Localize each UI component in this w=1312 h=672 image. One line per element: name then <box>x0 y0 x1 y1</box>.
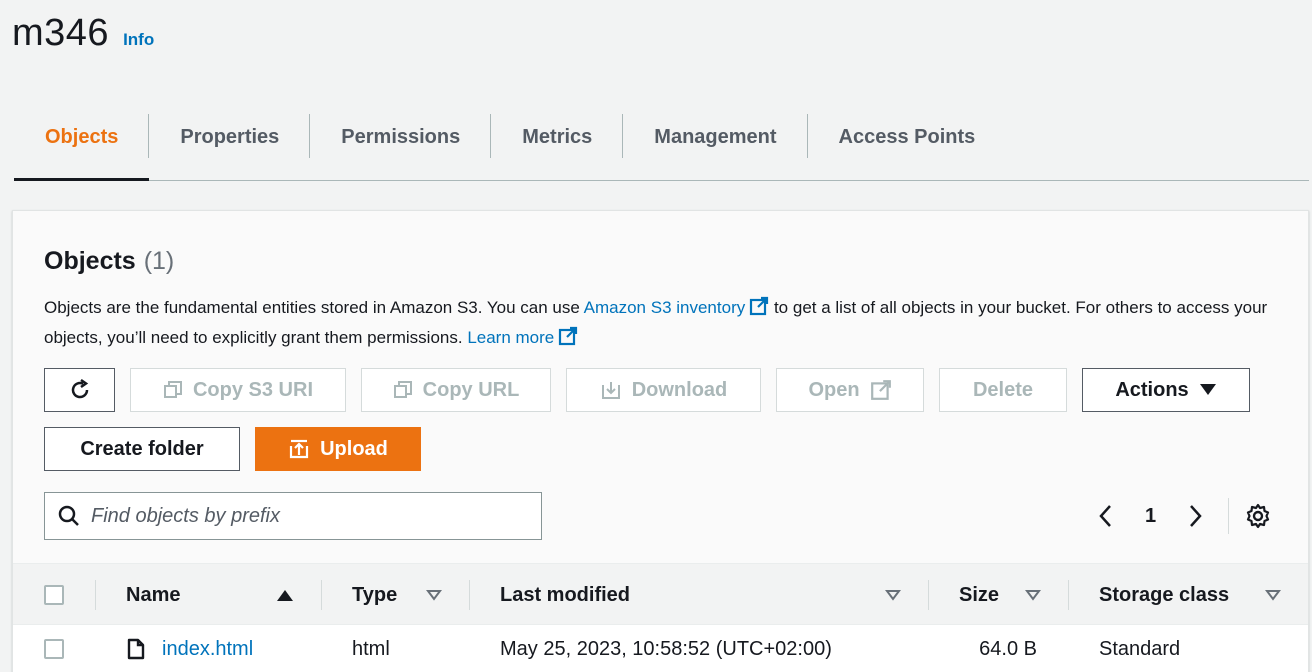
object-type: html <box>352 637 390 660</box>
open-label: Open <box>808 378 860 401</box>
actions-label: Actions <box>1115 378 1189 401</box>
download-icon <box>601 382 620 399</box>
column-divider <box>928 580 929 610</box>
column-header-size[interactable]: Size <box>959 564 999 626</box>
tab-management[interactable]: Management <box>623 112 808 180</box>
caret-down-icon <box>1199 384 1216 395</box>
objects-panel: Objects (1) Objects are the fundamental … <box>12 210 1309 672</box>
sort-down-icon[interactable] <box>1265 564 1281 626</box>
objects-table-header: Name Type Last modified Size Storage cla… <box>13 563 1308 625</box>
external-link-icon <box>559 326 578 346</box>
object-storage-class: Standard <box>1099 637 1181 660</box>
s3-inventory-link[interactable]: Amazon S3 inventory <box>584 296 770 317</box>
download-label: Download <box>631 378 728 401</box>
copy-icon <box>393 381 412 398</box>
objects-title: Objects <box>44 247 136 275</box>
create-folder-label: Create folder <box>80 437 204 460</box>
create-folder-button[interactable]: Create folder <box>44 427 240 471</box>
sort-down-icon[interactable] <box>426 564 442 626</box>
column-divider <box>469 580 470 610</box>
actions-dropdown[interactable]: Actions <box>1082 368 1250 412</box>
column-header-type[interactable]: Type <box>352 564 397 626</box>
select-all-checkbox[interactable] <box>44 585 64 605</box>
next-page-button[interactable] <box>1186 504 1206 528</box>
preferences-button[interactable] <box>1245 503 1271 529</box>
objects-description: Objects are the fundamental entities sto… <box>44 293 1284 353</box>
chevron-right-icon <box>1190 505 1202 527</box>
table-row: index.html html May 25, 2023, 10:58:52 (… <box>13 625 1308 672</box>
copy-s3-uri-button[interactable]: Copy S3 URI <box>130 368 346 412</box>
delete-label: Delete <box>972 378 1034 401</box>
description-text-1: Objects are the fundamental entities sto… <box>44 298 584 317</box>
copy-icon <box>163 381 182 398</box>
external-link-icon <box>870 380 891 400</box>
file-icon <box>127 638 145 660</box>
bucket-tabs: Objects Properties Permissions Metrics M… <box>14 112 1309 181</box>
info-link[interactable]: Info <box>123 30 154 50</box>
object-last-modified: May 25, 2023, 10:58:52 (UTC+02:00) <box>500 637 832 660</box>
upload-label: Upload <box>320 437 388 460</box>
pagination: 1 <box>1095 494 1271 538</box>
previous-page-button[interactable] <box>1095 504 1115 528</box>
tab-metrics[interactable]: Metrics <box>491 112 624 180</box>
chevron-left-icon <box>1099 505 1111 527</box>
tab-objects[interactable]: Objects <box>14 112 150 181</box>
column-divider <box>95 580 96 610</box>
tab-permissions[interactable]: Permissions <box>310 112 492 180</box>
column-header-name[interactable]: Name <box>126 564 180 626</box>
object-size: 64.0 B <box>979 637 1037 660</box>
objects-header: Objects (1) <box>44 247 174 276</box>
search-icon <box>58 505 79 526</box>
gear-icon <box>1247 503 1270 529</box>
upload-icon <box>290 439 309 459</box>
download-button[interactable]: Download <box>566 368 761 412</box>
objects-count: (1) <box>143 247 175 275</box>
tab-properties[interactable]: Properties <box>149 112 311 180</box>
sort-ascending-icon[interactable] <box>276 564 294 626</box>
copy-url-label: Copy URL <box>422 378 520 401</box>
object-name-link[interactable]: index.html <box>162 638 253 661</box>
upload-button[interactable]: Upload <box>255 427 421 471</box>
pager-divider <box>1228 498 1230 534</box>
column-header-last-modified[interactable]: Last modified <box>500 564 630 626</box>
delete-button[interactable]: Delete <box>939 368 1067 412</box>
sort-down-icon[interactable] <box>885 564 901 626</box>
learn-more-link[interactable]: Learn more <box>467 326 578 347</box>
external-link-icon <box>750 296 769 316</box>
copy-url-button[interactable]: Copy URL <box>361 368 551 412</box>
column-header-storage-class[interactable]: Storage class <box>1099 564 1229 626</box>
refresh-icon <box>71 378 88 399</box>
sort-down-icon[interactable] <box>1025 564 1041 626</box>
column-divider <box>1068 580 1069 610</box>
refresh-button[interactable] <box>44 368 115 412</box>
search-box <box>44 492 542 540</box>
bucket-header: m346 Info <box>12 12 154 55</box>
open-button[interactable]: Open <box>776 368 924 412</box>
bucket-name: m346 <box>12 12 110 54</box>
copy-s3-uri-label: Copy S3 URI <box>192 378 314 401</box>
row-checkbox[interactable] <box>44 639 64 659</box>
tab-access-points[interactable]: Access Points <box>808 112 1007 180</box>
page-number[interactable]: 1 <box>1145 505 1156 528</box>
search-input[interactable] <box>91 504 511 528</box>
column-divider <box>321 580 322 610</box>
